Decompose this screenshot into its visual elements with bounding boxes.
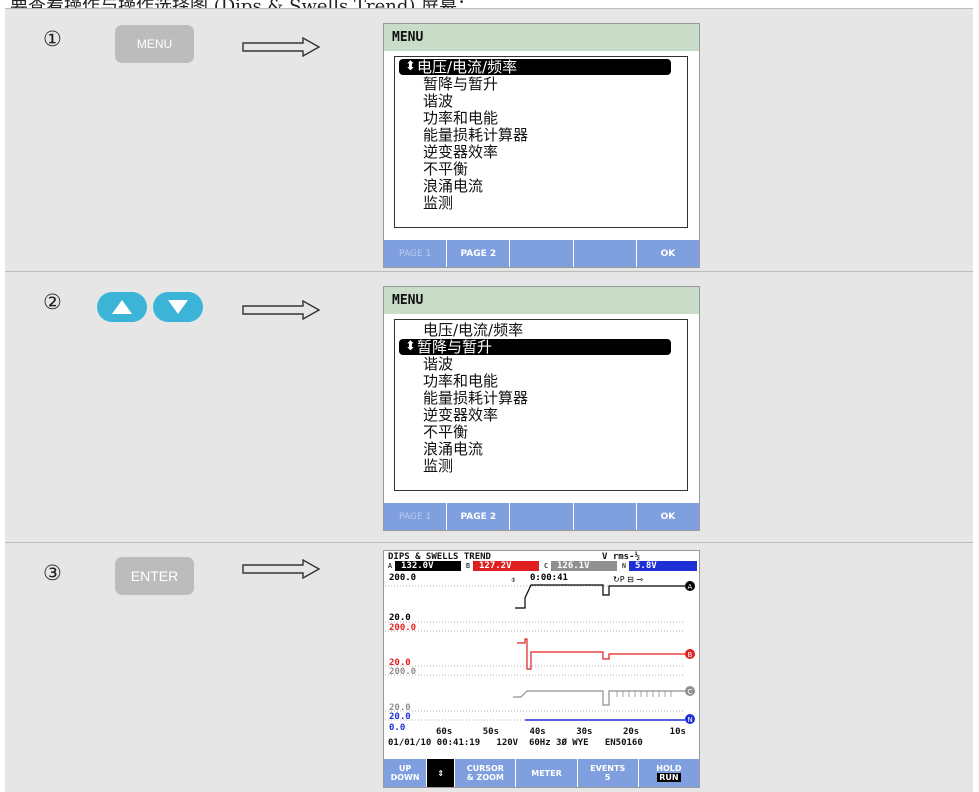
trend-axis-and-status: 60s 50s 40s 30s 20s 10s 01/01/10 00:41:1… (388, 727, 696, 759)
svg-text:N: N (688, 716, 693, 724)
svg-text:A: A (688, 583, 693, 591)
y-label-a-min: 20.0 (389, 613, 411, 623)
menu-item[interactable]: 功率和电能 (423, 373, 498, 389)
phase-n-reading: N 5.8V (619, 561, 697, 571)
svg-text:C: C (688, 688, 693, 696)
step-number: ② (43, 290, 62, 314)
menu-item[interactable]: 能量损耗计算器 (423, 127, 528, 143)
menu-screen: MENU ⬍ 电压/电流/频率 暂降与暂升 谐波 功率和电能 能量损耗计算器 逆变… (383, 23, 700, 268)
softkey-empty[interactable] (574, 240, 637, 267)
menu-softkeys: PAGE 1 PAGE 2 OK (384, 240, 699, 267)
status-standard: EN50160 (604, 738, 643, 748)
up-down-icon: ⬍ (405, 59, 416, 74)
menu-item[interactable]: 能量损耗计算器 (423, 390, 528, 406)
up-triangle-icon (112, 300, 132, 314)
menu-item[interactable]: 暂降与暂升 (423, 76, 498, 92)
x-tick: 30s (576, 727, 593, 737)
trace-a (515, 584, 685, 609)
trend-plot-svg: A B C N ↻P ⊟ ⊸ ⌽ (385, 575, 695, 724)
status-line: 01/01/10 00:41:19 120V 60Hz 3Ø WYE EN501… (388, 738, 643, 748)
menu-list: ⬍ 电压/电流/频率 暂降与暂升 谐波 功率和电能 能量损耗计算器 逆变器效率 不… (394, 56, 688, 228)
status-time: 00:41:19 (436, 738, 481, 748)
enter-key-button[interactable]: ENTER (115, 557, 194, 595)
x-tick: 50s (482, 727, 499, 737)
softkey-ok[interactable]: OK (637, 503, 699, 530)
y-label-c-max: 200.0 (389, 667, 417, 677)
menu-item[interactable]: 逆变器效率 (423, 144, 498, 160)
trend-plot: A B C N ↻P ⊟ ⊸ ⌽ 0:00:41 200.0 20.0 200.… (385, 573, 698, 735)
menu-item[interactable]: 功率和电能 (423, 110, 498, 126)
status-date: 01/01/10 (388, 738, 432, 748)
menu-item[interactable]: 电压/电流/频率 (423, 322, 523, 338)
x-tick: 40s (529, 727, 546, 737)
softkey-up-down[interactable]: UP DOWN (384, 759, 428, 787)
softkey-empty[interactable] (510, 240, 574, 267)
softkey-empty[interactable] (574, 503, 637, 530)
step-row-1: ① MENU MENU ⬍ 电压/电流/频率 暂降与暂升 谐波 功率和电能 能量损… (5, 8, 973, 271)
menu-key-button[interactable]: MENU (115, 25, 194, 63)
up-down-icon: ⬍ (405, 339, 416, 354)
x-axis-ticks: 60s 50s 40s 30s 20s 10s (436, 727, 686, 737)
right-arrow-icon (242, 559, 321, 579)
trace-b (517, 638, 685, 670)
menu-item[interactable]: 监测 (423, 195, 453, 211)
y-label-b-max: 200.0 (389, 623, 417, 633)
menu-item[interactable]: 不平衡 (423, 424, 468, 440)
softkey-meter[interactable]: METER (516, 759, 578, 787)
softkey-scroll-icon[interactable]: ⇕ (427, 759, 456, 787)
svg-text:↻P ⊟ ⊸: ↻P ⊟ ⊸ (613, 575, 643, 584)
softkey-page2[interactable]: PAGE 2 (447, 503, 511, 530)
softkey-empty[interactable] (510, 503, 574, 530)
down-arrow-button[interactable] (153, 292, 203, 322)
menu-item[interactable]: 浪涌电流 (423, 441, 483, 457)
right-arrow-icon (242, 300, 321, 320)
trend-softkeys: UP DOWN ⇕ CURSOR & ZOOM METER EVENTS 5 HOLD… (384, 759, 699, 787)
y-label-n-max: 20.0 (389, 712, 411, 722)
menu-screen: MENU 电压/电流/频率 ⬍ 暂降与暂升 谐波 功率和电能 能量损耗计算器 逆变… (383, 286, 700, 531)
x-tick: 10s (669, 727, 686, 737)
menu-title: MENU (384, 24, 699, 51)
softkey-ok[interactable]: OK (637, 240, 699, 267)
x-tick: 20s (622, 727, 640, 737)
softkey-hold-run[interactable]: HOLD RUN (639, 759, 699, 787)
down-triangle-icon (168, 300, 188, 314)
phase-a-reading: A 132.0V (385, 561, 461, 571)
menu-item[interactable]: 浪涌电流 (423, 178, 483, 194)
menu-item-selected[interactable]: ⬍ 电压/电流/频率 (399, 59, 671, 75)
menu-item[interactable]: 逆变器效率 (423, 407, 498, 423)
svg-text:B: B (688, 651, 693, 659)
right-arrow-icon (242, 37, 321, 57)
menu-item[interactable]: 监测 (423, 458, 453, 474)
status-frequency: 60Hz (528, 738, 551, 748)
menu-item[interactable]: 谐波 (423, 356, 453, 372)
menu-item[interactable]: 不平衡 (423, 161, 468, 177)
menu-item-selected[interactable]: ⬍ 暂降与暂升 (399, 339, 671, 355)
y-label-n-min: 0.0 (389, 723, 406, 733)
menu-list: 电压/电流/频率 ⬍ 暂降与暂升 谐波 功率和电能 能量损耗计算器 逆变器效率 不… (394, 319, 688, 491)
step-number: ③ (43, 561, 62, 585)
menu-item[interactable]: 谐波 (423, 93, 453, 109)
y-label-a-max: 200.0 (389, 573, 417, 583)
softkey-events[interactable]: EVENTS 5 (578, 759, 639, 787)
phase-c-reading: C 126.1V (541, 561, 617, 571)
up-arrow-button[interactable] (97, 292, 147, 322)
softkey-page1[interactable]: PAGE 1 (384, 503, 448, 530)
softkey-page2[interactable]: PAGE 2 (447, 240, 511, 267)
svg-text:⌽: ⌽ (511, 575, 516, 584)
x-tick: 60s (436, 727, 453, 737)
menu-softkeys: PAGE 1 PAGE 2 OK (384, 503, 699, 530)
phase-b-reading: B 127.2V (463, 561, 539, 571)
status-voltage: 120V (496, 738, 519, 748)
softkey-page1[interactable]: PAGE 1 (384, 240, 448, 267)
step-number: ① (43, 27, 62, 51)
status-config: 3Ø WYE (556, 738, 589, 748)
step-row-2: ② MENU 电压/电流/频率 ⬍ 暂降与暂升 谐波 功率和电能 能量损耗计算器 … (5, 271, 973, 542)
step-row-3: ③ ENTER DIPS & SWELLS TREND V rms-½ A 132… (5, 542, 973, 792)
trend-screen: DIPS & SWELLS TREND V rms-½ A 132.0V B 127… (383, 550, 700, 788)
menu-title: MENU (384, 287, 699, 314)
softkey-cursor-zoom[interactable]: CURSOR & ZOOM (455, 759, 517, 787)
record-timer: 0:00:41 (530, 573, 568, 583)
